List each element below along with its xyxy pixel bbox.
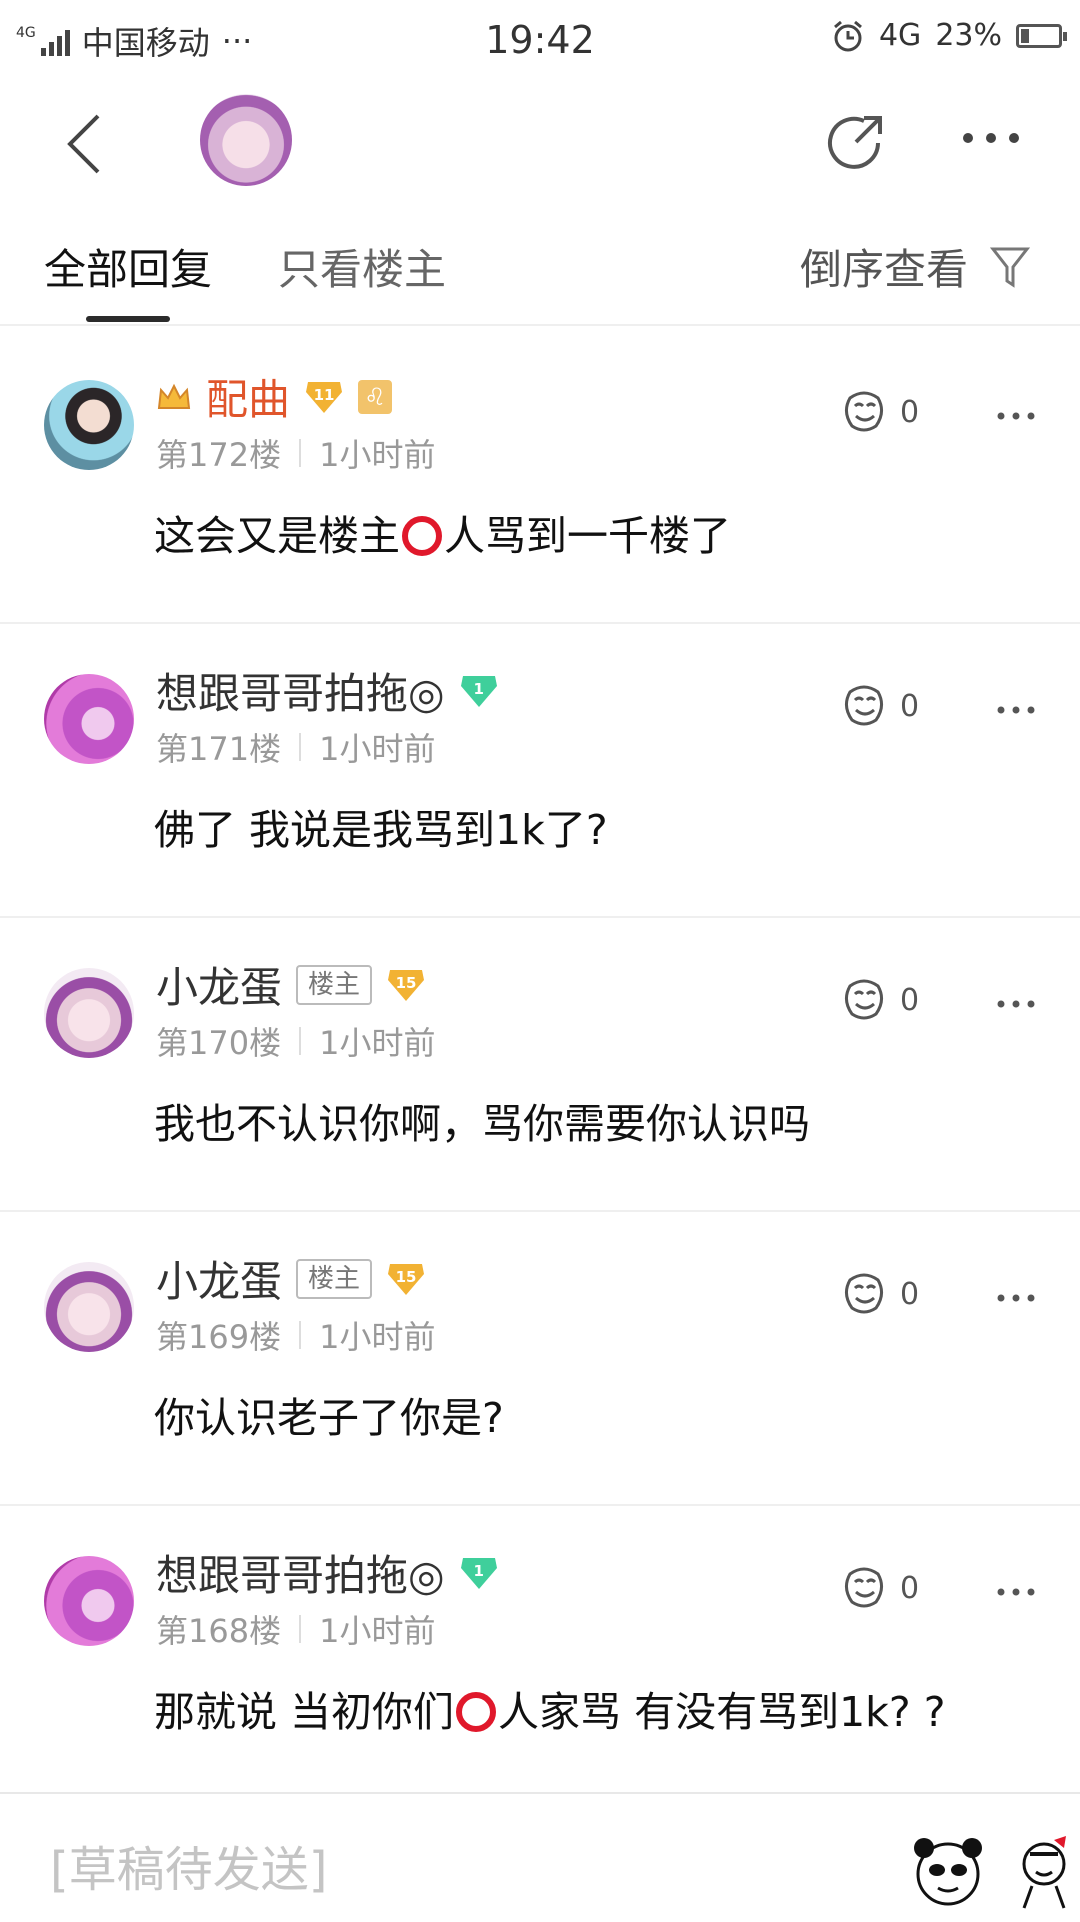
like-face-icon <box>845 979 883 1020</box>
meta-divider <box>299 439 302 467</box>
like-button[interactable]: 0 <box>840 978 919 1022</box>
tab-op-only[interactable]: 只看楼主 <box>278 236 446 297</box>
meta-divider <box>299 1027 302 1055</box>
battery-percent: 23% <box>935 18 1002 53</box>
reply-tabs: 全部回复 只看楼主 倒序查看 <box>0 206 1080 326</box>
red-circle-emoji-icon <box>402 516 442 556</box>
level-badge: 1 <box>459 674 499 708</box>
list-item: 小龙蛋 楼主 15 第169楼 1小时前 你认识老子了你是? 0 <box>0 1212 1080 1506</box>
avatar[interactable] <box>44 1262 134 1352</box>
username[interactable]: 小龙蛋 <box>156 954 282 1015</box>
like-face-icon <box>845 391 883 432</box>
like-count: 0 <box>900 1276 920 1312</box>
post-more-icon[interactable] <box>996 410 1036 422</box>
like-count: 0 <box>900 394 920 430</box>
post-more-icon[interactable] <box>996 704 1036 716</box>
like-face-icon <box>845 1567 883 1608</box>
post-time: 1小时前 <box>319 1318 436 1356</box>
status-bar: 4G 中国移动 ··· 19:42 4G 23% <box>0 0 1080 78</box>
share-icon[interactable] <box>820 108 890 178</box>
like-face-icon <box>845 1273 883 1314</box>
username[interactable]: 小龙蛋 <box>156 1248 282 1309</box>
panda-sticker-icon[interactable] <box>910 1834 986 1910</box>
like-button[interactable]: 0 <box>840 1566 919 1610</box>
username[interactable]: 想跟哥哥拍拖◎ <box>156 1542 445 1603</box>
meme-sticker-icon[interactable] <box>1014 1834 1074 1910</box>
active-tab-indicator <box>86 316 170 322</box>
post-time: 1小时前 <box>319 436 436 474</box>
post-time: 1小时前 <box>319 1024 436 1062</box>
tab-all-replies[interactable]: 全部回复 <box>44 236 212 297</box>
like-face-icon <box>845 685 883 726</box>
post-more-icon[interactable] <box>996 998 1036 1010</box>
meta-divider <box>299 733 302 761</box>
level-badge: 15 <box>386 968 426 1002</box>
battery-icon <box>1016 23 1067 48</box>
post-more-icon[interactable] <box>996 1292 1036 1304</box>
avatar[interactable] <box>44 968 134 1058</box>
filter-icon <box>990 247 1030 288</box>
red-circle-emoji-icon <box>456 1692 497 1732</box>
list-item: 想跟哥哥拍拖◎ 1 第168楼 1小时前 那就说 当初你们 人家骂 有没有骂到1k… <box>0 1506 1080 1800</box>
floor-number: 第169楼 <box>156 1318 282 1356</box>
like-button[interactable]: 0 <box>840 390 919 434</box>
floor-number: 第168楼 <box>156 1612 282 1650</box>
meta-divider <box>299 1321 302 1349</box>
post-content: 那就说 当初你们 人家骂 有没有骂到1k? ? <box>154 1688 946 1736</box>
reply-input[interactable]: [草稿待发送] <box>50 1830 327 1900</box>
list-item: 配曲 11 ♌ 第172楼 1小时前 这会又是楼主 人骂到一千楼了 0 <box>0 330 1080 624</box>
like-count: 0 <box>900 982 920 1018</box>
post-more-icon[interactable] <box>996 1586 1036 1598</box>
mobile-data-label: 4G <box>878 18 922 53</box>
like-count: 0 <box>900 688 920 724</box>
op-tag: 楼主 <box>296 1258 373 1299</box>
level-badge: 15 <box>386 1262 426 1296</box>
zodiac-leo-icon: ♌ <box>358 379 393 414</box>
username[interactable]: 想跟哥哥拍拖◎ <box>156 660 445 721</box>
username[interactable]: 配曲 <box>206 366 290 427</box>
floor-number: 第171楼 <box>156 730 282 768</box>
nav-bar <box>0 78 1080 206</box>
post-content: 这会又是楼主 人骂到一千楼了 <box>154 512 731 560</box>
avatar[interactable] <box>44 674 134 764</box>
sort-reverse-button[interactable]: 倒序查看 <box>800 236 1030 297</box>
post-content: 佛了 我说是我骂到1k了? <box>154 806 608 854</box>
post-content: 你认识老子了你是? <box>154 1394 504 1442</box>
back-arrow-icon[interactable] <box>52 108 124 180</box>
level-badge: 11 <box>304 380 344 414</box>
meta-divider <box>299 1615 302 1643</box>
op-tag: 楼主 <box>296 964 373 1005</box>
like-button[interactable]: 0 <box>840 684 919 728</box>
like-count: 0 <box>900 1570 920 1606</box>
alarm-icon <box>834 20 862 51</box>
list-item: 想跟哥哥拍拖◎ 1 第171楼 1小时前 佛了 我说是我骂到1k了? 0 <box>0 624 1080 918</box>
level-badge: 1 <box>459 1556 499 1590</box>
post-time: 1小时前 <box>319 1612 436 1650</box>
crown-icon <box>157 383 191 409</box>
like-button[interactable]: 0 <box>840 1272 919 1316</box>
floor-number: 第170楼 <box>156 1024 282 1062</box>
avatar[interactable] <box>44 1556 134 1646</box>
list-item: 小龙蛋 楼主 15 第170楼 1小时前 我也不认识你啊，骂你需要你认识吗 0 <box>0 918 1080 1212</box>
sort-reverse-label: 倒序查看 <box>799 245 968 294</box>
floor-number: 第172楼 <box>156 436 282 474</box>
reply-input-bar: [草稿待发送] <box>0 1792 1080 1922</box>
post-time: 1小时前 <box>319 730 436 768</box>
post-content: 我也不认识你啊，骂你需要你认识吗 <box>154 1100 810 1148</box>
avatar[interactable] <box>44 380 134 470</box>
reply-list: 配曲 11 ♌ 第172楼 1小时前 这会又是楼主 人骂到一千楼了 0 想跟哥哥… <box>0 330 1080 1800</box>
thread-owner-avatar[interactable] <box>200 94 292 186</box>
more-options-icon[interactable] <box>960 128 1022 148</box>
